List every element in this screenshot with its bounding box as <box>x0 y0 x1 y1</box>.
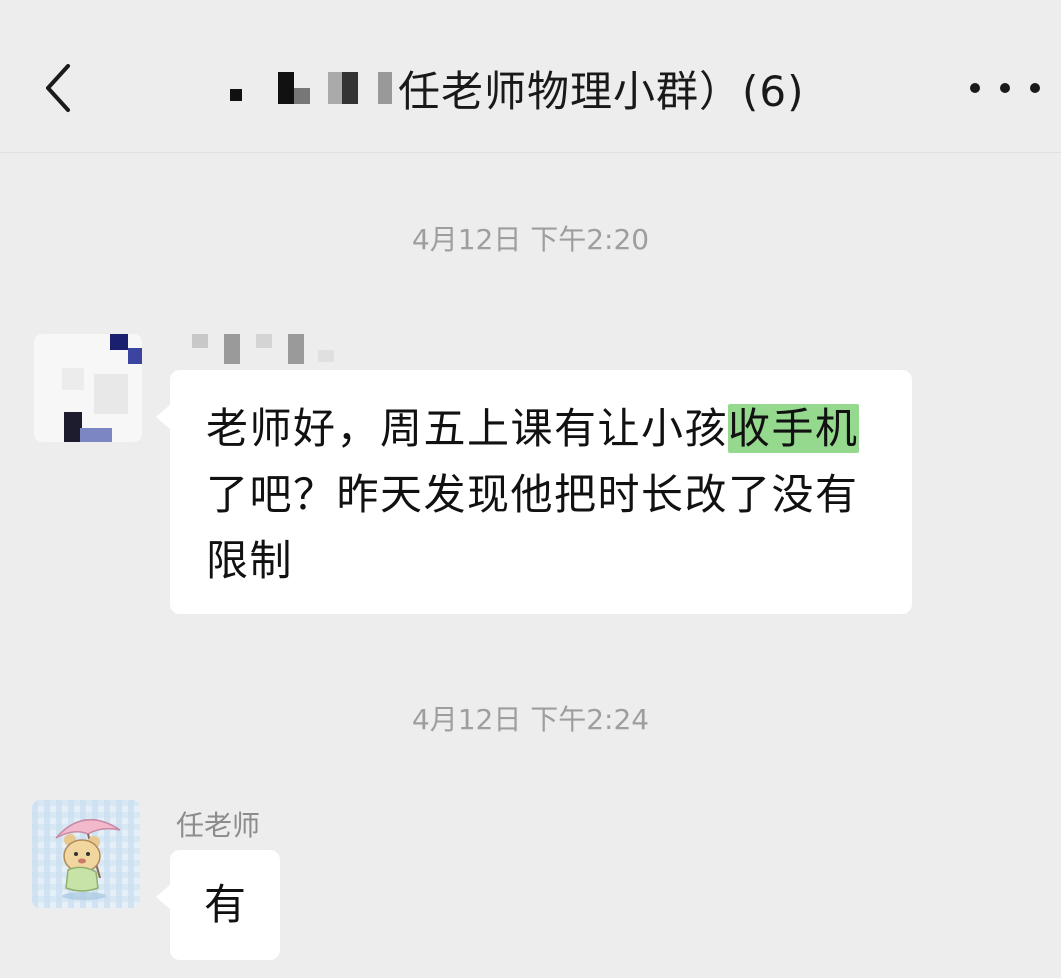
message-text-part: 老师好，周五上课有让小孩 <box>206 404 729 453</box>
message-timestamp: 4月12日 下午2:20 <box>411 223 650 256</box>
cartoon-bear-umbrella-icon <box>32 800 140 908</box>
more-horizontal-icon[interactable] <box>970 70 1040 106</box>
redacted-group-name <box>230 72 392 104</box>
chat-header: 任老师物理小群）(6) <box>0 0 1061 153</box>
message-bubble[interactable]: 老师好，周五上课有让小孩收手机了吧？昨天发现他把时长改了没有限制 <box>156 370 912 614</box>
chevron-left-icon[interactable] <box>40 60 84 116</box>
message-timestamp: 4月12日 下午2:24 <box>411 703 650 736</box>
message-bubble[interactable]: 有 <box>156 850 280 960</box>
group-title-text: 任老师物理小群）(6) <box>398 66 805 116</box>
message-text: 老师好，周五上课有让小孩收手机了吧？昨天发现他把时长改了没有限制 <box>206 396 882 594</box>
message-text: 有 <box>204 880 248 929</box>
chat-title: 任老师物理小群）(6) <box>230 58 805 118</box>
sender-name: 任老师 <box>176 809 261 842</box>
highlighted-text: 收手机 <box>728 404 859 453</box>
teacher-avatar[interactable] <box>32 800 140 908</box>
sender-avatar[interactable] <box>34 334 142 442</box>
message-text-part: 了吧？昨天发现他把时长改了没有限制 <box>206 470 859 585</box>
